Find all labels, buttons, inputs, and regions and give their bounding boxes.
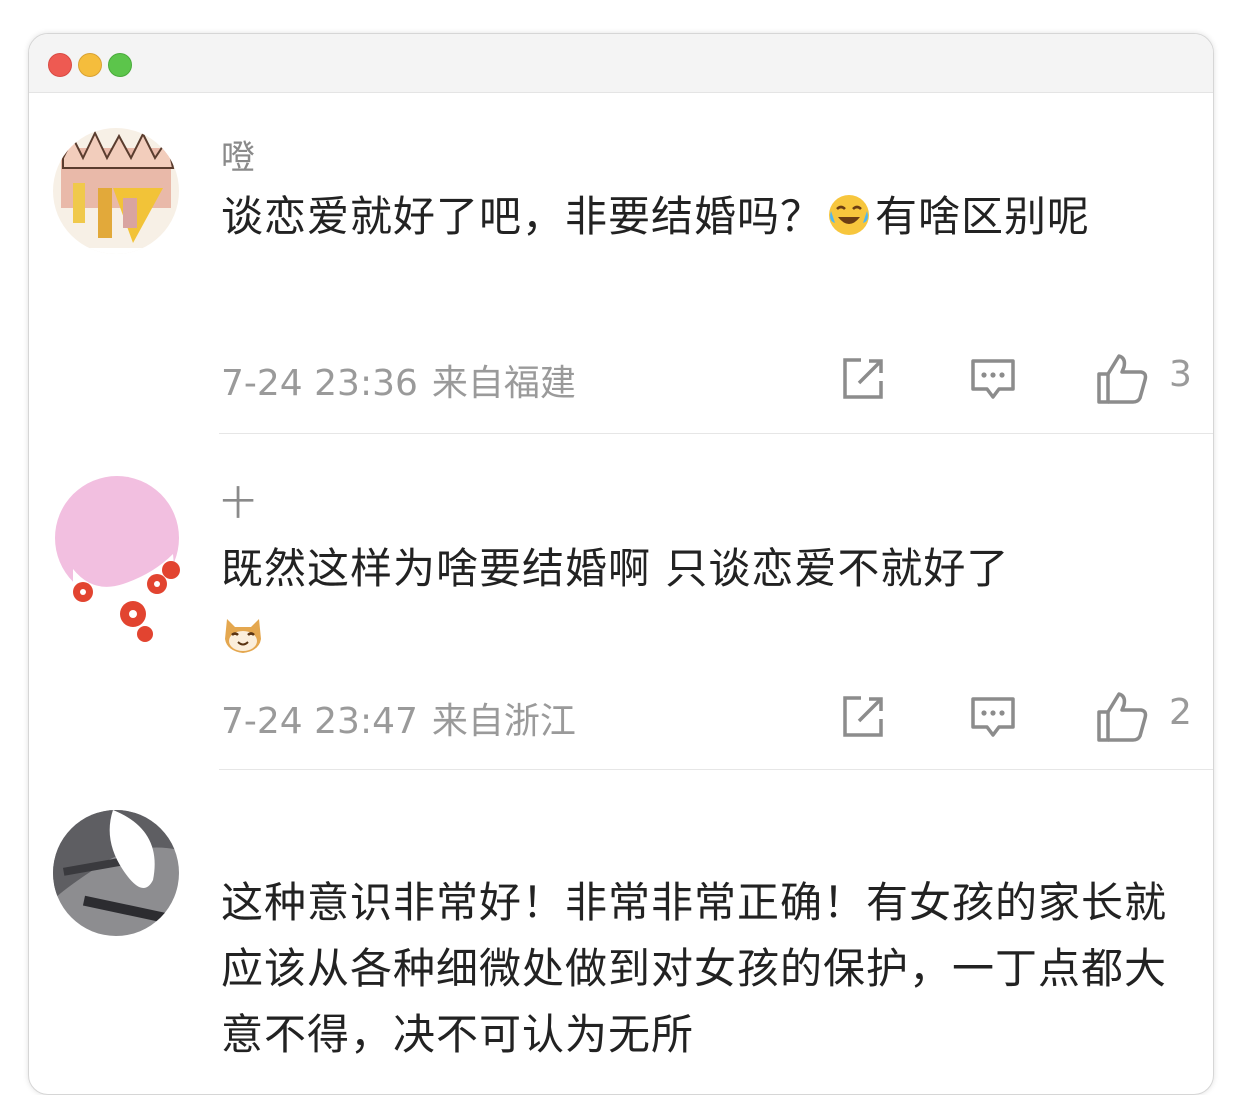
username[interactable]: 噔 bbox=[221, 130, 255, 179]
title-bar bbox=[29, 34, 1213, 93]
comment-item: 这种意识非常好！非常非常正确！有女孩的家长就应该从各种细微处做到对女孩的保护，一… bbox=[29, 770, 1213, 1070]
comment-meta: 7-24 23:47 来自浙江 bbox=[221, 692, 576, 744]
share-icon[interactable] bbox=[839, 693, 887, 741]
avatar[interactable] bbox=[53, 474, 181, 654]
minimize-window-button[interactable] bbox=[78, 53, 102, 77]
like-count: 2 bbox=[1169, 692, 1192, 733]
comment-icon[interactable] bbox=[969, 693, 1017, 741]
comment-icon[interactable] bbox=[969, 355, 1017, 403]
location: 来自福建 bbox=[431, 363, 576, 404]
avatar[interactable] bbox=[53, 128, 179, 254]
comment-item: 噔 谈恋爱就好了吧，非要结婚吗？ 有啥区别呢 7-24 23:36 来自福建 3 bbox=[29, 92, 1213, 434]
app-window: 噔 谈恋爱就好了吧，非要结婚吗？ 有啥区别呢 7-24 23:36 来自福建 3… bbox=[28, 33, 1214, 1095]
cat-emoji bbox=[225, 619, 261, 653]
comment-text: 谈恋爱就好了吧，非要结婚吗？ 有啥区别呢 bbox=[221, 192, 1091, 241]
username[interactable]: 十 bbox=[221, 476, 255, 525]
comment-text: 既然这样为啥要结婚啊 只谈恋爱不就好了 bbox=[221, 536, 1196, 668]
timestamp: 7-24 23:36 bbox=[221, 363, 418, 404]
maximize-window-button[interactable] bbox=[108, 53, 132, 77]
close-window-button[interactable] bbox=[48, 53, 72, 77]
thumbs-up-icon[interactable] bbox=[1095, 352, 1149, 406]
comment-text: 这种意识非常好！非常非常正确！有女孩的家长就应该从各种细微处做到对女孩的保护，一… bbox=[221, 878, 1168, 1059]
avatar[interactable] bbox=[53, 810, 179, 936]
location: 来自浙江 bbox=[431, 701, 576, 742]
laugh-cry-emoji bbox=[829, 195, 870, 235]
share-icon[interactable] bbox=[839, 355, 887, 403]
timestamp: 7-24 23:47 bbox=[221, 701, 418, 742]
thumbs-up-icon[interactable] bbox=[1095, 690, 1149, 744]
comment-meta: 7-24 23:36 来自福建 bbox=[221, 354, 576, 406]
like-count: 3 bbox=[1169, 354, 1192, 395]
comment-item: 十 既然这样为啥要结婚啊 只谈恋爱不就好了 7-24 23:47 来自浙江 2 bbox=[29, 434, 1213, 770]
